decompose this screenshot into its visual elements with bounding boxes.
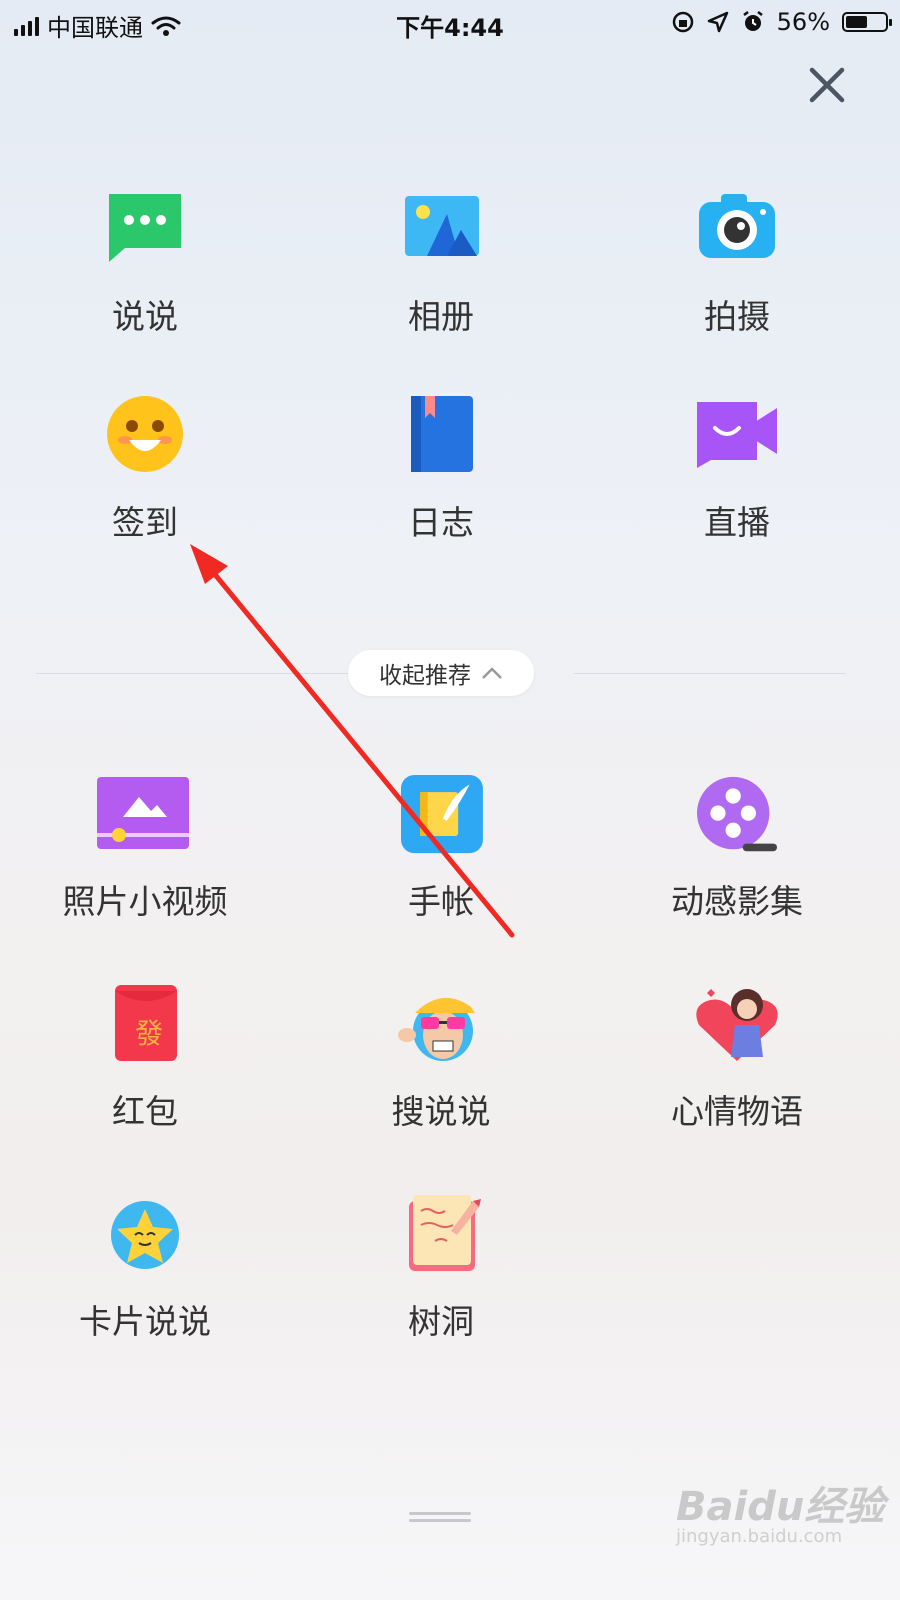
- watermark-logo: Baidu经验: [676, 1484, 885, 1530]
- annotation-arrow: [190, 544, 515, 938]
- bottom-handle[interactable]: [409, 1512, 471, 1524]
- watermark-url: jingyan.baidu.com: [676, 1526, 843, 1547]
